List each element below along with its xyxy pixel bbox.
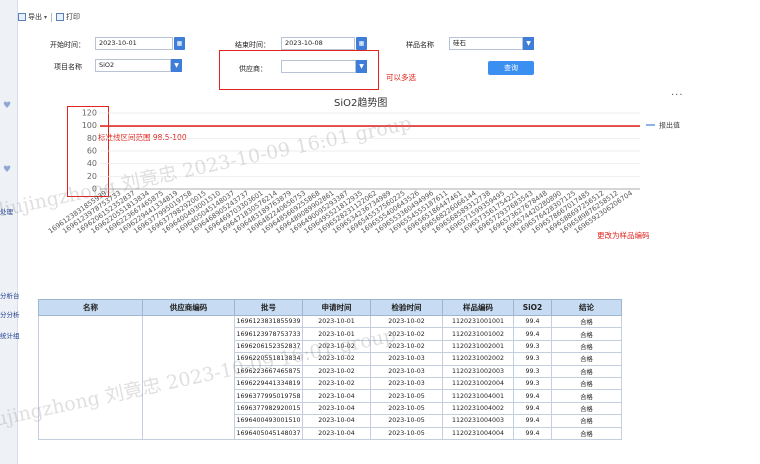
column-header[interactable]: 结论 — [551, 299, 622, 316]
batch-cell: 1696206152352837 — [234, 339, 303, 354]
sample-code-cell: 1120231002002 — [442, 352, 514, 366]
results-table: 名称 供应商编码 批号 申请时间 检验时间 样品编码 SiO2 结论 16961… — [38, 299, 622, 440]
batch-cell: 1696400493001510 — [234, 414, 303, 428]
apply-time-cell: 2023-10-04 — [302, 426, 371, 440]
conclusion-cell: 合格 — [551, 376, 622, 391]
inspect-time-cell: 2023-10-05 — [370, 426, 443, 440]
apply-time-cell: 2023-10-02 — [302, 339, 371, 354]
column-header[interactable]: 供应商编码 — [142, 299, 235, 316]
inspect-time-cell: 2023-10-05 — [370, 401, 443, 416]
sample-code-cell: 1120231004001 — [442, 389, 514, 403]
conclusion-cell: 合格 — [551, 401, 622, 416]
column-header[interactable]: 批号 — [234, 299, 303, 316]
y-tick-label: 80 — [87, 134, 97, 143]
inspect-time-cell: 2023-10-02 — [370, 327, 443, 341]
supplier-code-cell — [142, 315, 235, 440]
apply-time-cell: 2023-10-04 — [302, 414, 371, 428]
legend-label[interactable]: 报出值 — [659, 121, 680, 130]
sample-code-cell: 1120231004003 — [442, 414, 514, 428]
inspect-time-cell: 2023-10-05 — [370, 414, 443, 428]
batch-cell: 1696377982920015 — [234, 401, 303, 416]
y-tick-label: 20 — [87, 172, 97, 181]
apply-time-cell: 2023-10-01 — [302, 327, 371, 341]
batch-cell: 1696220551813834 — [234, 352, 303, 366]
sample-code-cell: 1120231001002 — [442, 327, 514, 341]
apply-time-cell: 2023-10-02 — [302, 364, 371, 378]
nav-item[interactable]: 分分析 — [0, 309, 20, 319]
apply-time-cell: 2023-10-04 — [302, 401, 371, 416]
conclusion-cell: 合格 — [551, 327, 622, 341]
batch-cell: 1696123831855939 — [234, 314, 303, 329]
conclusion-cell: 合格 — [551, 352, 622, 366]
batch-cell: 1696405045148037 — [234, 426, 303, 440]
table-header-row: 名称 供应商编码 批号 申请时间 检验时间 样品编码 SiO2 结论 — [38, 299, 622, 316]
sample-code-cell: 1120231002001 — [442, 339, 514, 354]
sio2-value-cell: 99.3 — [513, 364, 552, 378]
nav-item[interactable]: 统计组 — [0, 330, 20, 340]
sample-code-cell: 1120231004002 — [442, 401, 514, 416]
sample-code-cell: 1120231001001 — [442, 314, 514, 329]
conclusion-cell: 合格 — [551, 339, 622, 354]
sio2-value-cell: 99.3 — [513, 352, 552, 366]
column-header[interactable]: 申请时间 — [302, 299, 371, 316]
conclusion-cell: 合格 — [551, 364, 622, 378]
y-tick-label: 0 — [92, 185, 97, 194]
inspect-time-cell: 2023-10-03 — [370, 364, 443, 378]
column-header[interactable]: 名称 — [38, 299, 143, 316]
inspect-time-cell: 2023-10-03 — [370, 352, 443, 366]
sio2-value-cell: 99.4 — [513, 414, 552, 428]
sio2-value-cell: 99.4 — [513, 327, 552, 341]
sample-code-cell: 1120231004004 — [442, 426, 514, 440]
sio2-value-cell: 99.4 — [513, 401, 552, 416]
batch-cell: 1696229441334819 — [234, 376, 303, 391]
inspect-time-cell: 2023-10-03 — [370, 376, 443, 391]
inspect-time-cell: 2023-10-02 — [370, 314, 443, 329]
inspect-time-cell: 2023-10-02 — [370, 339, 443, 354]
batch-cell: 1696223667465875 — [234, 364, 303, 378]
trend-chart: 020406080100120 169612383185593916961239… — [47, 109, 680, 236]
name-cell — [38, 315, 143, 440]
inspect-time-cell: 2023-10-05 — [370, 389, 443, 403]
batch-cell: 1696377995019758 — [234, 389, 303, 403]
sio2-value-cell: 99.4 — [513, 389, 552, 403]
sample-code-cell: 1120231002004 — [442, 376, 514, 391]
column-header[interactable]: SiO2 — [513, 299, 552, 316]
y-tick-label: 60 — [87, 147, 97, 156]
y-tick-label: 40 — [87, 159, 97, 168]
conclusion-cell: 合格 — [551, 426, 622, 440]
table-row[interactable]: 1696123831855939 2023-10-01 2023-10-02 1120… — [38, 314, 622, 440]
batch-cell: 1696123978753733 — [234, 327, 303, 341]
conclusion-cell: 合格 — [551, 314, 622, 329]
apply-time-cell: 2023-10-04 — [302, 389, 371, 403]
apply-time-cell: 2023-10-02 — [302, 376, 371, 391]
conclusion-cell: 合格 — [551, 414, 622, 428]
sample-code-cell: 1120231002003 — [442, 364, 514, 378]
column-header[interactable]: 样品编码 — [442, 299, 514, 316]
sio2-value-cell: 99.4 — [513, 426, 552, 440]
y-tick-label: 120 — [82, 109, 97, 118]
apply-time-cell: 2023-10-02 — [302, 352, 371, 366]
sio2-value-cell: 99.3 — [513, 376, 552, 391]
sio2-value-cell: 99.3 — [513, 339, 552, 354]
conclusion-cell: 合格 — [551, 389, 622, 403]
apply-time-cell: 2023-10-01 — [302, 314, 371, 329]
column-header[interactable]: 检验时间 — [370, 299, 443, 316]
y-tick-label: 100 — [82, 121, 97, 130]
sio2-value-cell: 99.4 — [513, 314, 552, 329]
